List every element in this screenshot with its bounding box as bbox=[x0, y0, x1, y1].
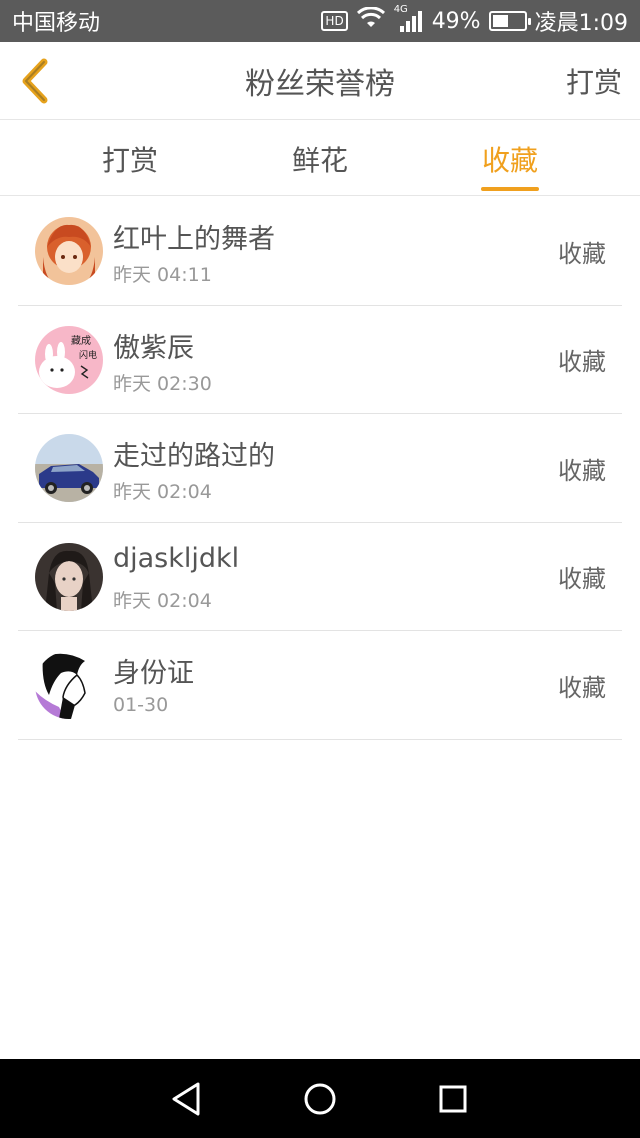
timestamp: 01-30 bbox=[113, 694, 169, 716]
active-tab-indicator bbox=[481, 187, 539, 191]
anime-girl-avatar bbox=[35, 217, 103, 285]
user-name: 傲紫辰 bbox=[113, 332, 194, 364]
battery-icon bbox=[488, 11, 531, 31]
user-name: 身份证 bbox=[113, 658, 194, 689]
sketch-portrait-avatar bbox=[35, 651, 103, 719]
svg-text:闪电: 闪电 bbox=[79, 349, 97, 361]
cartoon-rabbit-avatar: 藏成 闪电 bbox=[35, 325, 103, 394]
car-avatar bbox=[35, 434, 103, 502]
timestamp: 昨天 04:11 bbox=[113, 264, 212, 286]
action-label: 收藏 bbox=[558, 456, 606, 485]
system-nav-bar bbox=[0, 1059, 640, 1138]
screen: 中国移动 HD 4G 49% 凌晨1:09 粉丝荣誉榜 打赏 打赏 鲜花 收藏 … bbox=[0, 0, 640, 1138]
tab-label: 打赏 bbox=[101, 143, 158, 177]
timestamp: 昨天 02:04 bbox=[113, 589, 212, 612]
page-title: 粉丝荣誉榜 bbox=[245, 67, 395, 102]
photo-girl-avatar bbox=[35, 542, 103, 611]
tab-label: 收藏 bbox=[481, 143, 538, 177]
clock: 凌晨1:09 bbox=[534, 11, 628, 36]
svg-text:藏成: 藏成 bbox=[71, 335, 91, 347]
nav-recents-button[interactable] bbox=[423, 1069, 483, 1129]
home-circle-icon bbox=[304, 1083, 336, 1114]
user-name: djaskljdkl bbox=[113, 542, 240, 574]
timestamp: 昨天 02:04 bbox=[113, 481, 212, 503]
tab-label: 鲜花 bbox=[291, 143, 348, 177]
list-item[interactable]: djaskljdkl 昨天 02:04 收藏 bbox=[18, 523, 622, 631]
carrier-label: 中国移动 bbox=[12, 11, 101, 36]
user-name: 红叶上的舞者 bbox=[113, 224, 275, 255]
timestamp: 昨天 02:30 bbox=[113, 372, 212, 395]
list-item[interactable]: 走过的路过的 昨天 02:04 收藏 bbox=[18, 414, 622, 523]
wifi-icon bbox=[356, 6, 386, 35]
list-item[interactable]: 身份证 01-30 收藏 bbox=[18, 631, 622, 740]
tab-flowers[interactable]: 鲜花 bbox=[220, 121, 420, 196]
status-bar: 中国移动 HD 4G 49% 凌晨1:09 bbox=[0, 0, 640, 42]
header: 粉丝荣誉榜 打赏 bbox=[0, 42, 640, 120]
tab-reward[interactable]: 打赏 bbox=[30, 121, 230, 196]
back-triangle-icon bbox=[172, 1082, 200, 1115]
reward-button[interactable]: 打赏 bbox=[566, 42, 622, 120]
nav-home-button[interactable] bbox=[290, 1069, 350, 1129]
tab-bar: 打赏 鲜花 收藏 bbox=[0, 121, 640, 196]
action-label: 收藏 bbox=[558, 673, 606, 702]
list-item[interactable]: 藏成 闪电 傲紫辰 昨天 02:30 收藏 bbox=[18, 306, 622, 414]
action-label: 收藏 bbox=[558, 565, 606, 593]
action-label: 收藏 bbox=[558, 239, 606, 268]
list-item[interactable]: 红叶上的舞者 昨天 04:11 收藏 bbox=[18, 197, 622, 306]
user-name: 走过的路过的 bbox=[113, 441, 275, 472]
fan-list: 红叶上的舞者 昨天 04:11 收藏 藏成 闪电 傲紫辰 昨天 02:30 收藏… bbox=[0, 197, 640, 740]
status-icons: HD 4G 49% 凌晨1:09 bbox=[321, 4, 628, 37]
signal-icon: 4G bbox=[394, 4, 424, 34]
tab-favorites[interactable]: 收藏 bbox=[410, 121, 610, 196]
action-label: 收藏 bbox=[558, 348, 606, 376]
chevron-left-icon bbox=[22, 58, 48, 104]
battery-percent: 49% bbox=[431, 8, 481, 34]
nav-back-button[interactable] bbox=[157, 1069, 217, 1129]
back-button[interactable] bbox=[14, 56, 54, 106]
recents-square-icon bbox=[439, 1085, 467, 1112]
hd-badge: HD bbox=[321, 11, 348, 31]
